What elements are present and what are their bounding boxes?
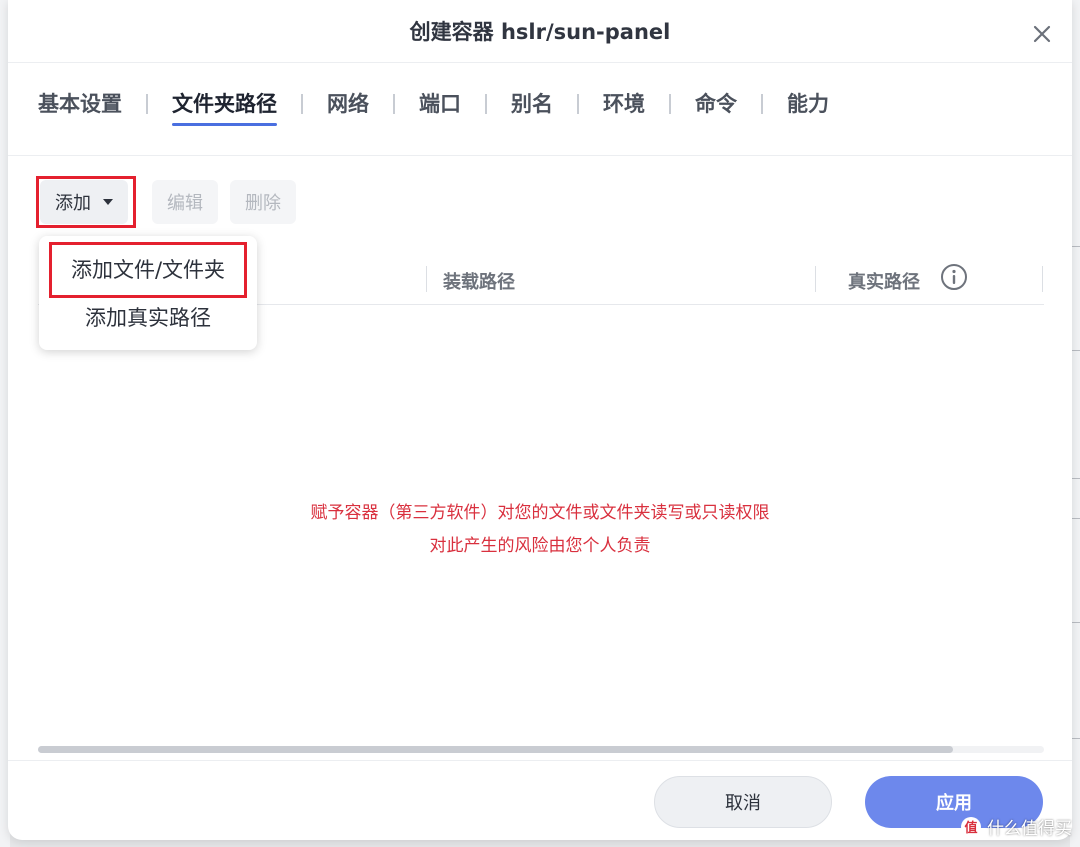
- close-icon: [1033, 25, 1051, 43]
- footer-divider: [8, 760, 1072, 761]
- add-button-label: 添加: [55, 193, 91, 214]
- column-separator: [426, 266, 427, 292]
- delete-button-label: 删除: [245, 193, 281, 214]
- tab-alias[interactable]: 别名: [511, 88, 553, 126]
- tab-separator: [761, 94, 763, 114]
- permission-notice-line1: 赋予容器（第三方软件）对您的文件或文件夹读写或只读权限: [310, 503, 770, 523]
- horizontal-scrollbar[interactable]: [38, 746, 1044, 753]
- watermark: 值 什么值得买: [961, 814, 1072, 839]
- tab-basic-settings[interactable]: 基本设置: [38, 88, 122, 126]
- permission-notice-line2: 对此产生的风险由您个人负责: [429, 536, 651, 556]
- background-divider: [1072, 350, 1080, 351]
- tab-separator: [485, 94, 487, 114]
- column-separator: [815, 266, 816, 292]
- tab-network[interactable]: 网络: [327, 88, 369, 126]
- column-real-path[interactable]: 真实路径: [848, 268, 920, 294]
- cancel-button-label: 取消: [725, 793, 761, 814]
- create-container-dialog: 创建容器 hslr/sun-panel 基本设置 文件夹路径 网络 端口 别名 …: [8, 0, 1072, 840]
- dialog-titlebar: 创建容器 hslr/sun-panel: [8, 0, 1072, 63]
- scrollbar-thumb[interactable]: [38, 746, 954, 753]
- watermark-badge: 值: [961, 816, 981, 837]
- menu-item-add-real-path[interactable]: 添加真实路径: [39, 302, 257, 332]
- tab-separator: [393, 94, 395, 114]
- tab-separator: [301, 94, 303, 114]
- tabs-divider: [8, 155, 1072, 156]
- add-dropdown-menu: 添加文件/文件夹 添加真实路径: [39, 236, 257, 350]
- tab-port[interactable]: 端口: [419, 88, 461, 126]
- edit-button-label: 编辑: [167, 193, 203, 214]
- tab-command[interactable]: 命令: [695, 88, 737, 126]
- edit-button[interactable]: 编辑: [152, 180, 218, 224]
- caret-down-icon: [103, 199, 113, 205]
- background-divider: [1072, 738, 1080, 739]
- delete-button[interactable]: 删除: [230, 180, 296, 224]
- dialog-title: 创建容器 hslr/sun-panel: [409, 20, 671, 44]
- background-divider: [1072, 246, 1080, 247]
- watermark-text: 什么值得买: [987, 819, 1072, 839]
- close-button[interactable]: [1028, 20, 1056, 48]
- tab-separator: [669, 94, 671, 114]
- tab-folder-path[interactable]: 文件夹路径: [172, 88, 277, 126]
- tab-separator: [146, 94, 148, 114]
- apply-button-label: 应用: [936, 793, 972, 814]
- info-icon[interactable]: [940, 263, 968, 291]
- add-button[interactable]: 添加: [40, 180, 128, 224]
- tab-bar: 基本设置 文件夹路径 网络 端口 别名 环境 命令 能力: [38, 88, 829, 132]
- tab-environment[interactable]: 环境: [603, 88, 645, 126]
- column-mount-path[interactable]: 装载路径: [443, 268, 515, 294]
- tab-capabilities[interactable]: 能力: [787, 88, 829, 126]
- tab-separator: [577, 94, 579, 114]
- cancel-button[interactable]: 取消: [654, 776, 832, 828]
- background-divider: [1072, 518, 1080, 519]
- background-divider: [1072, 478, 1080, 479]
- background-divider: [1072, 622, 1080, 623]
- column-separator: [1042, 266, 1043, 292]
- menu-item-add-file-folder[interactable]: 添加文件/文件夹: [39, 254, 257, 284]
